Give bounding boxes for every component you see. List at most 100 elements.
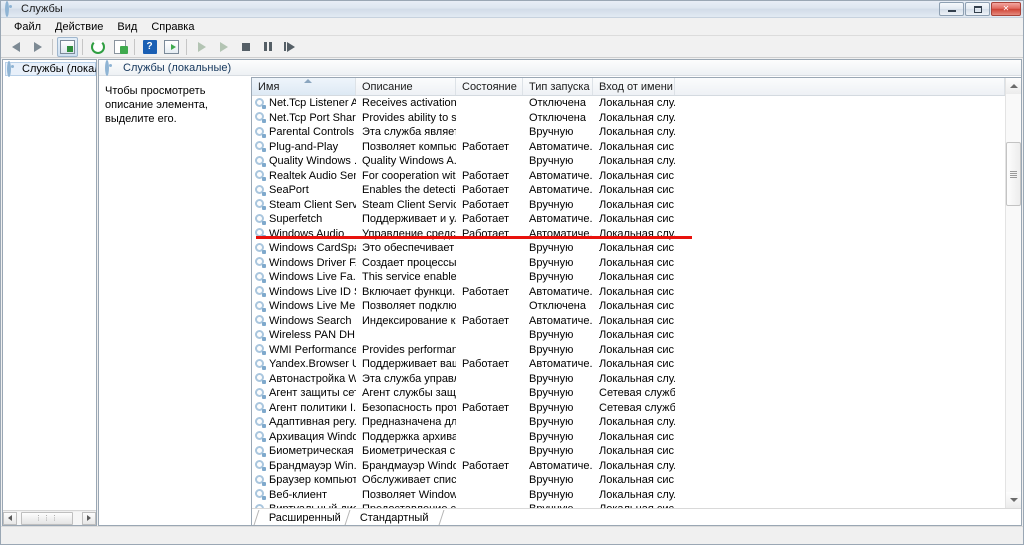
description-pane: Чтобы просмотреть описание элемента, выд…	[99, 76, 251, 525]
cell-description: Steam Client Servic...	[362, 198, 456, 211]
cell-name: Parental Controls	[252, 126, 356, 138]
cell-log-on-as: Локальная слу...	[599, 459, 675, 472]
forward-button[interactable]	[27, 37, 48, 57]
column-header-startup-type[interactable]: Тип запуска	[523, 78, 593, 95]
cell-log-on-as: Локальная сис...	[599, 184, 675, 197]
table-row[interactable]: Parental Controls Эта служба являет... Вру…	[252, 125, 1005, 140]
close-button[interactable]: ✕	[991, 2, 1021, 16]
table-row[interactable]: Yandex.Browser U... Поддерживает ваш... Ра…	[252, 357, 1005, 372]
table-row[interactable]: Windows Live Fa... This service enables..…	[252, 270, 1005, 285]
table-row[interactable]: Steam Client Servi... Steam Client Servic…	[252, 198, 1005, 213]
cell-description: Безопасность прот...	[362, 401, 456, 414]
cell-status: Работает	[462, 213, 510, 226]
table-row[interactable]: Виртуальный дискПредоставление с... Вручн…	[252, 502, 1005, 508]
restart-service-button[interactable]	[279, 37, 300, 57]
tree-node-services-local[interactable]: Службы (локальные)	[5, 61, 96, 77]
service-name-label: Plug-and-Play	[269, 140, 339, 153]
cell-log-on-as: Локальная сис...	[599, 271, 675, 284]
service-name-label: Веб-клиент	[269, 488, 328, 501]
column-header-name[interactable]: Имя	[252, 78, 356, 95]
table-row[interactable]: Windows CardSpa... Это обеспечивает ... Вр…	[252, 241, 1005, 256]
table-row[interactable]: Брандмауэр Win... Брандмауэр Windo... Рабо…	[252, 459, 1005, 474]
tree-horizontal-scrollbar[interactable]: ⋮⋮⋮	[3, 510, 96, 525]
status-bar	[1, 526, 1023, 544]
table-row[interactable]: Биометрическая ... Биометрическая с... Вру…	[252, 444, 1005, 459]
table-row[interactable]: Realtek Audio Ser... For cooperation wit.…	[252, 169, 1005, 184]
table-row[interactable]: Quality Windows ... Quality Windows A... В…	[252, 154, 1005, 169]
table-row[interactable]: WMI Performance... Provides performan... В…	[252, 343, 1005, 358]
cell-name: SeaPort	[252, 184, 356, 196]
scroll-track[interactable]: ⋮⋮⋮	[17, 511, 82, 525]
help-button[interactable]: ?	[139, 37, 160, 57]
cell-startup-type: Вручную	[529, 416, 574, 429]
properties-button[interactable]	[161, 37, 182, 57]
table-row[interactable]: Net.Tcp Port Shari... Provides ability to…	[252, 111, 1005, 126]
tab-extended[interactable]: Расширенный	[253, 510, 356, 525]
back-button[interactable]	[5, 37, 26, 57]
service-name-label: Wireless PAN DH...	[269, 329, 356, 342]
service-name-label: Виртуальный диск	[269, 503, 356, 508]
service-name-label: SeaPort	[269, 184, 309, 197]
column-header-log-on-as[interactable]: Вход от имени	[593, 78, 675, 95]
cell-name: Автонастройка W...	[252, 373, 356, 385]
menu-file[interactable]: Файл	[7, 20, 48, 34]
stop-service-button[interactable]	[235, 37, 256, 57]
cell-description: Биометрическая с...	[362, 445, 456, 458]
service-name-label: Steam Client Servi...	[269, 198, 356, 211]
service-gear-icon	[255, 329, 266, 341]
table-row[interactable]: Адаптивная регу... Предназначена дл... Вру…	[252, 415, 1005, 430]
table-row[interactable]: Windows Search Индексирование к... Работае…	[252, 314, 1005, 329]
cell-startup-type: Вручную	[529, 445, 574, 458]
service-name-label: Superfetch	[269, 213, 323, 226]
table-row[interactable]: Plug-and-Play Позволяет компью... Работает…	[252, 140, 1005, 155]
tab-standard[interactable]: Стандартный	[344, 510, 445, 525]
table-row[interactable]: Браузер компьют... Обслуживает спис... Вру…	[252, 473, 1005, 488]
scroll-right-button[interactable]	[82, 511, 96, 525]
cell-log-on-as: Локальная слу...	[599, 126, 675, 139]
services-rows[interactable]: Net.Tcp Listener A... Receives activation…	[252, 96, 1005, 508]
menu-action[interactable]: Действие	[48, 20, 110, 34]
scroll-track[interactable]	[1006, 94, 1021, 492]
scroll-down-button[interactable]	[1006, 492, 1021, 508]
scroll-thumb[interactable]	[1006, 142, 1021, 206]
table-row[interactable]: Windows Live ID S... Включает функци... Ра…	[252, 285, 1005, 300]
table-row[interactable]: Агент защиты сет... Агент службы защ... Вр…	[252, 386, 1005, 401]
table-row[interactable]: Агент политики I... Безопасность прот... Р…	[252, 401, 1005, 416]
table-row[interactable]: Windows Live Me... Позволяет подклю... Отк…	[252, 299, 1005, 314]
show-hide-tree-button[interactable]	[57, 36, 78, 57]
menu-help[interactable]: Справка	[144, 20, 201, 34]
cell-name: Net.Tcp Port Shari...	[252, 112, 356, 124]
table-row[interactable]: Windows Audio Управление средст... Работае…	[252, 227, 1005, 242]
cell-log-on-as: Локальная сис...	[599, 445, 675, 458]
table-row[interactable]: Windows Driver F... Создает процессы ... В…	[252, 256, 1005, 271]
table-row[interactable]: Net.Tcp Listener A... Receives activation…	[252, 96, 1005, 111]
export-list-button[interactable]	[109, 37, 130, 57]
service-gear-icon	[255, 184, 266, 196]
column-header-status[interactable]: Состояние	[456, 78, 523, 95]
list-vertical-scrollbar[interactable]	[1005, 78, 1021, 508]
refresh-button[interactable]	[87, 37, 108, 57]
scroll-thumb[interactable]: ⋮⋮⋮	[21, 511, 73, 525]
table-row[interactable]: Wireless PAN DH... Вручную Локальная сис..…	[252, 328, 1005, 343]
cell-log-on-as: Локальная сис...	[599, 300, 675, 313]
minimize-button[interactable]	[939, 2, 964, 16]
menu-view[interactable]: Вид	[110, 20, 144, 34]
start-service-button[interactable]	[191, 37, 212, 57]
cell-name: Браузер компьют...	[252, 474, 356, 486]
column-header-description[interactable]: Описание	[356, 78, 456, 95]
cell-name: Quality Windows ...	[252, 155, 356, 167]
table-row[interactable]: Веб-клиент Позволяет Window... Вручную Лока…	[252, 488, 1005, 503]
cell-log-on-as: Локальная сис...	[599, 314, 675, 327]
cell-name: Wireless PAN DH...	[252, 329, 356, 341]
table-row[interactable]: Архивация Windo... Поддержка архива... Вру…	[252, 430, 1005, 445]
service-gear-icon	[255, 126, 266, 138]
maximize-button[interactable]	[965, 2, 990, 16]
pause-service-button[interactable]	[257, 37, 278, 57]
scroll-up-button[interactable]	[1006, 78, 1021, 94]
resume-service-button[interactable]	[213, 37, 234, 57]
table-row[interactable]: SeaPort Enables the detectio... Работает Ав…	[252, 183, 1005, 198]
table-row[interactable]: Автонастройка W... Эта служба управл... Вр…	[252, 372, 1005, 387]
table-row[interactable]: Superfetch Поддерживает и ул... Работает Ав…	[252, 212, 1005, 227]
service-gear-icon	[255, 387, 266, 399]
scroll-left-button[interactable]	[3, 511, 17, 525]
